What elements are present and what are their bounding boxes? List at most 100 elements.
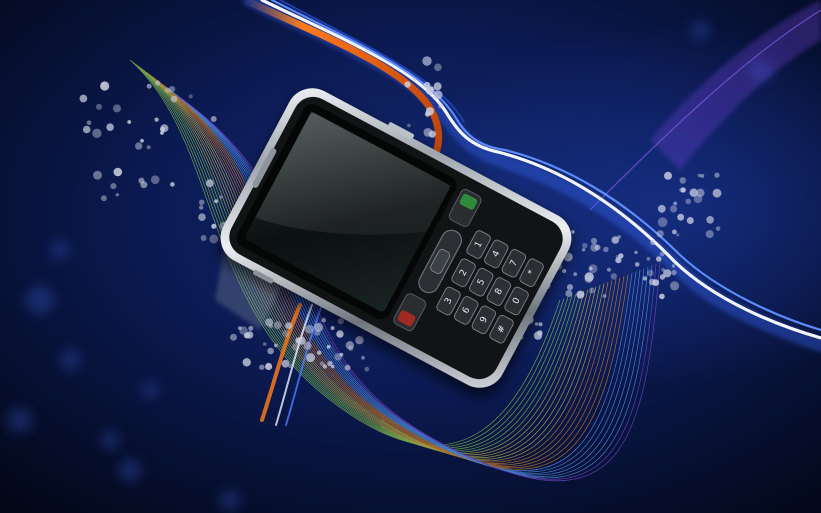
bokeh-particle	[106, 123, 114, 131]
bokeh-particle	[245, 331, 254, 339]
bokeh-particle	[344, 364, 351, 371]
bokeh-particle	[219, 195, 223, 199]
bokeh-particle	[685, 198, 691, 205]
bokeh-particle	[671, 269, 677, 276]
bokeh-particle	[230, 333, 237, 341]
bokeh-particle	[170, 95, 178, 103]
bokeh-particle	[705, 230, 714, 239]
bokeh-particle	[150, 175, 160, 184]
bokeh-particle	[404, 81, 411, 88]
bokeh-particle	[292, 343, 300, 351]
bokeh-particle	[671, 264, 676, 268]
bokeh-particle	[262, 342, 267, 346]
bokeh-particle	[330, 326, 335, 330]
bokeh-particle	[82, 125, 91, 134]
bokeh-particle	[210, 116, 217, 122]
bokeh-particle	[646, 256, 651, 261]
bokeh-particle	[113, 167, 123, 177]
bokeh-particle	[198, 199, 205, 206]
bokeh-particle	[200, 235, 207, 241]
bokeh-particle	[412, 77, 416, 82]
bokeh-particle	[146, 83, 152, 89]
bokeh-particle	[576, 290, 585, 299]
bokeh-particle	[656, 230, 664, 238]
bokeh-particle	[265, 362, 273, 371]
bokeh-particle	[96, 103, 102, 110]
bokeh-particle	[603, 246, 609, 253]
bokeh-particle	[135, 142, 143, 150]
bokeh-particle	[170, 182, 175, 187]
bokeh-particle	[160, 131, 164, 135]
bokeh-particle	[407, 123, 411, 128]
bokeh-particle	[611, 236, 620, 244]
bokeh-particle	[361, 355, 365, 360]
bokeh-particle	[160, 124, 169, 133]
bokeh-particle	[198, 213, 206, 221]
bokeh-particle	[538, 322, 543, 327]
bokeh-particle	[676, 233, 680, 237]
bokeh-particle	[154, 117, 159, 122]
bokeh-particle	[336, 330, 344, 338]
bokeh-particle	[425, 86, 435, 95]
bokeh-particle	[589, 287, 595, 294]
bokeh-particle	[659, 274, 666, 280]
bokeh-particle	[712, 188, 722, 198]
bokeh-particle	[642, 276, 647, 281]
bokeh-particle	[652, 279, 660, 286]
bokeh-particle	[571, 230, 575, 234]
bokeh-particle	[188, 94, 193, 99]
bokeh-particle	[686, 217, 694, 224]
bokeh-particle	[679, 177, 687, 184]
bokeh-particle	[155, 80, 161, 86]
bokeh-particle	[326, 344, 331, 349]
bokeh-particle	[110, 183, 117, 190]
bokeh-particle	[434, 63, 442, 72]
bokeh-particle	[140, 181, 148, 189]
bokeh-particle	[93, 170, 102, 180]
bokeh-particle	[565, 290, 573, 297]
bokeh-particle	[615, 257, 622, 264]
bokeh-particle	[533, 331, 543, 340]
bokeh-particle	[647, 269, 654, 277]
bokeh-particle	[211, 223, 217, 229]
bokeh-particle	[679, 187, 684, 193]
phone-wallpaper-artwork: 123456789*0#	[0, 0, 821, 513]
bokeh-particle	[573, 272, 578, 276]
bokeh-particle	[248, 325, 254, 331]
bokeh-particle	[657, 217, 668, 227]
bokeh-particle	[582, 248, 586, 252]
bokeh-particle	[86, 120, 92, 125]
bokeh-particle	[602, 294, 607, 298]
bokeh-particle	[589, 266, 593, 271]
bokeh-particle	[590, 237, 598, 245]
bokeh-particle	[267, 347, 274, 355]
bokeh-particle	[113, 104, 121, 113]
bokeh-particle	[659, 293, 665, 300]
bokeh-particle	[285, 322, 293, 330]
bokeh-particle	[295, 337, 302, 344]
bokeh-particle	[566, 284, 574, 291]
bokeh-particle	[656, 256, 662, 262]
bokeh-particle	[634, 250, 638, 255]
bokeh-particle	[115, 193, 119, 197]
bokeh-particle	[428, 130, 436, 138]
bokeh-particle	[100, 195, 107, 202]
bokeh-particle	[670, 205, 678, 213]
bokeh-particle	[700, 173, 705, 178]
bokeh-particle	[146, 145, 151, 150]
bokeh-particle	[79, 94, 88, 103]
bokeh-particle	[209, 234, 219, 244]
bokeh-particle	[101, 82, 106, 87]
bokeh-particle	[673, 201, 678, 206]
bokeh-particle	[322, 364, 327, 369]
bokeh-particle	[345, 341, 355, 350]
bokeh-particle	[425, 107, 434, 116]
bokeh-particle	[534, 322, 539, 326]
phone-wallpaper-scene: 1 2 3 4 5 6 7 8 9 * 0 #	[0, 0, 821, 513]
bokeh-particle	[584, 275, 593, 284]
bokeh-particle	[433, 90, 443, 100]
bokeh-particle	[677, 213, 685, 221]
bokeh-particle	[282, 330, 290, 337]
bokeh-particle	[274, 343, 278, 348]
bokeh-particle	[164, 87, 171, 94]
